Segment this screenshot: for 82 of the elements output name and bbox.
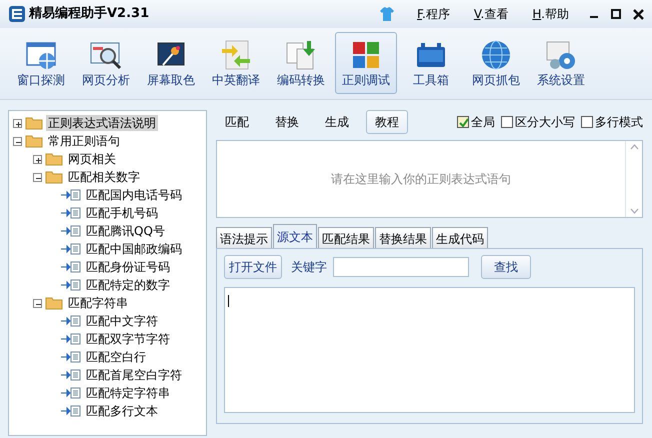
toolbar-button[interactable]: 窗口探测 <box>10 32 72 94</box>
keyword-field[interactable] <box>333 257 469 277</box>
folder-icon <box>25 134 43 148</box>
tree-item[interactable]: 匹配空白行 <box>84 349 148 365</box>
folder-icon <box>45 296 63 310</box>
toolbar-button[interactable]: 工具箱 <box>400 32 462 94</box>
checkbox-label: 多行模式 <box>595 114 643 131</box>
tab[interactable]: 匹配结果 <box>318 227 374 248</box>
document-icon <box>285 39 317 71</box>
tree-item[interactable]: 正则表达式语法说明 <box>46 115 158 131</box>
mode-tab[interactable]: 教程 <box>366 110 408 134</box>
tree-item[interactable]: 匹配特定字符串 <box>84 385 172 401</box>
arrow-document-icon <box>61 405 81 417</box>
tree-item[interactable]: 匹配手机号码 <box>84 205 160 221</box>
checkbox-label: 区分大小写 <box>515 114 575 131</box>
arrow-document-icon <box>61 189 81 201</box>
grid-icon <box>350 39 382 71</box>
collapse-icon[interactable] <box>33 172 42 182</box>
tree-item[interactable]: 匹配中文字符 <box>84 313 160 329</box>
arrow-document-icon <box>61 279 81 291</box>
toolbar-button[interactable]: 网页分析 <box>75 32 137 94</box>
menu-item[interactable]: F.程序 <box>415 5 452 23</box>
tree-item[interactable]: 匹配身份证号码 <box>84 259 172 275</box>
collapse-icon[interactable] <box>33 298 42 308</box>
keyword-label: 关键字 <box>291 259 327 276</box>
tab[interactable]: 语法提示 <box>216 227 272 248</box>
arrows-icon <box>220 39 252 71</box>
shirt-icon[interactable] <box>379 6 396 22</box>
toolbar-button[interactable]: 系统设置 <box>530 32 592 94</box>
tree-item[interactable]: 匹配中国邮政编码 <box>84 241 184 257</box>
arrow-document-icon <box>61 261 81 273</box>
expand-icon[interactable] <box>13 118 22 128</box>
arrow-document-icon <box>61 333 81 345</box>
toolbar-button[interactable]: 网页抓包 <box>465 32 527 94</box>
tab[interactable]: 源文本 <box>273 224 317 248</box>
toolbar-button[interactable]: 正则调试 <box>335 32 397 94</box>
folder-icon <box>45 152 63 166</box>
tree-item[interactable]: 网页相关 <box>66 151 118 167</box>
tree-item[interactable]: 匹配特定的数字 <box>84 277 172 293</box>
arrow-document-icon <box>61 369 81 381</box>
menu-item[interactable]: V.查看 <box>472 5 510 23</box>
checkbox[interactable] <box>457 116 469 128</box>
arrow-document-icon <box>61 225 81 237</box>
gear-icon <box>545 39 577 71</box>
folder-icon <box>25 116 43 130</box>
tree-item[interactable]: 匹配国内电话号码 <box>84 187 184 203</box>
mode-tab[interactable]: 替换 <box>266 110 308 134</box>
toolbar-button[interactable]: 中英翻译 <box>205 32 267 94</box>
close-icon[interactable] <box>633 8 644 20</box>
tree-item[interactable]: 匹配双字节字符 <box>84 331 172 347</box>
collapse-icon[interactable] <box>13 136 22 146</box>
mode-tab[interactable]: 匹配 <box>216 110 258 134</box>
tab[interactable]: 替换结果 <box>375 227 431 248</box>
tree-item[interactable]: 匹配相关数字 <box>66 169 142 185</box>
arrow-document-icon <box>61 387 81 399</box>
tree-item[interactable]: 匹配首尾空白字符 <box>84 367 184 383</box>
arrow-document-icon <box>61 351 81 363</box>
menu-item[interactable]: H.帮助 <box>530 5 571 23</box>
mode-tab[interactable]: 生成 <box>316 110 358 134</box>
arrow-document-icon <box>61 315 81 327</box>
placeholder-text: 请在这里输入你的正则表达式语句 <box>331 171 511 188</box>
text-cursor-icon <box>228 294 230 307</box>
toolbar-button[interactable]: 编码转换 <box>270 32 332 94</box>
arrow-document-icon <box>61 207 81 219</box>
maximize-icon[interactable] <box>611 9 621 19</box>
checkbox[interactable] <box>581 116 593 128</box>
tree-item[interactable]: 匹配多行文本 <box>84 403 160 419</box>
expand-icon[interactable] <box>33 154 42 164</box>
toolbar-button[interactable]: 屏幕取色 <box>140 32 202 94</box>
arrow-document-icon <box>61 243 81 255</box>
checkbox-label: 全局 <box>471 114 495 131</box>
folder-icon <box>45 170 63 184</box>
window-title: 精易编程助手V2.31 <box>29 4 150 24</box>
checkbox[interactable] <box>501 116 513 128</box>
find-button[interactable]: 查找 <box>481 255 531 279</box>
tree-item[interactable]: 匹配腾讯QQ号 <box>84 223 167 239</box>
app-logo-icon <box>8 5 26 23</box>
globe-icon <box>480 39 512 71</box>
tree-item[interactable]: 匹配字符串 <box>66 295 130 311</box>
open-file-button[interactable]: 打开文件 <box>224 255 282 279</box>
tab[interactable]: 生成代码 <box>432 227 488 248</box>
tree-item[interactable]: 常用正则语句 <box>46 133 122 149</box>
